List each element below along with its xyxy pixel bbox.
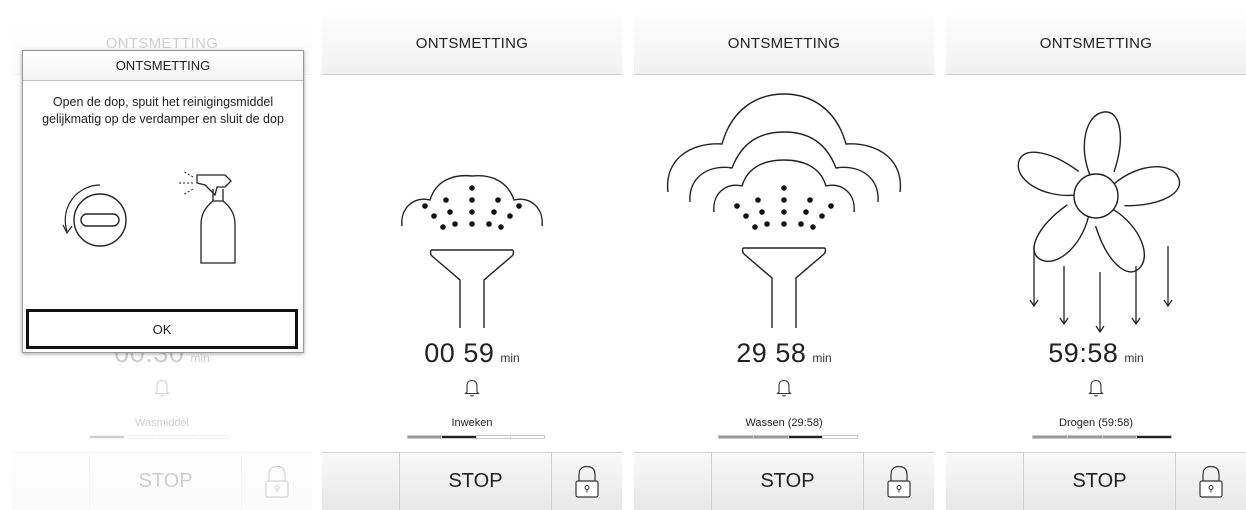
instruction-dialog: ONTSMETTING Open de dop, spuit het reini… [22,50,304,353]
bell-icon [1088,379,1104,397]
progress-segment [442,436,477,438]
lock-icon [265,465,289,498]
timer-unit: min [190,351,210,365]
lock-button[interactable] [552,453,622,510]
fan-icon [1017,111,1181,334]
progress-segment [159,436,195,438]
bottom-bar-spacer [12,453,90,510]
phase-label: Drogen (59:58) [1059,417,1133,429]
progress-bar [407,435,545,439]
timer-value: 29 58 [736,338,807,368]
timer-display: 59:58 min [946,338,1246,369]
progress-segment [90,436,125,438]
bell-icon [464,379,480,397]
bottom-bar-spacer [634,453,712,510]
progress-segment [753,436,789,438]
screen-dosing-dialog: ONTSMETTING 00:30 min Wasmiddel STOP ONTS… [12,0,312,510]
screen-dry: ONTSMETTING 59:58 min Drogen (59:58) STOP [946,0,1246,510]
bottom-bar: STOP [634,452,934,510]
progress-segment [788,436,824,438]
progress-segment [194,436,228,438]
screen-soak: ONTSMETTING 00 59 min Inweken STOP [322,0,622,510]
page-title: ONTSMETTING [322,12,622,75]
progress-segment [510,436,544,438]
progress-segment [1137,436,1171,438]
bell-icon [154,379,170,397]
lock-icon [575,465,599,498]
progress-segment [124,436,160,438]
timer-display: 29 58 min [634,338,934,369]
timer-unit: min [812,351,832,365]
lock-button[interactable] [864,453,934,510]
progress-segment [1102,436,1138,438]
lock-icon [1199,465,1223,498]
progress-segment [476,436,511,438]
lock-button[interactable] [242,453,312,510]
dialog-message: Open de dop, spuit het reinigingsmiddel … [42,95,284,126]
rotate-cap-icon [62,184,127,247]
bottom-bar-spacer [322,453,400,510]
progress-segment [823,436,857,438]
ok-button[interactable]: OK [26,309,298,349]
progress-segment [719,436,754,438]
progress-segment [408,436,443,438]
progress-bar [1032,435,1172,439]
bottom-bar: STOP [12,452,312,510]
spray-bottle-icon [179,170,236,264]
timer-unit: min [1124,351,1144,365]
lock-icon [887,465,911,498]
phase-label: Wasmiddel [135,417,189,429]
timer-unit: min [500,351,520,365]
page-title: ONTSMETTING [946,12,1246,75]
stop-button[interactable]: STOP [400,453,552,510]
phase-label: Wassen (29:58) [745,417,823,429]
dialog-title: ONTSMETTING [23,51,303,81]
timer-value: 00 59 [424,338,495,368]
bottom-bar-spacer [946,453,1024,510]
lock-button[interactable] [1176,453,1246,510]
progress-segment [1067,436,1103,438]
stop-button[interactable]: STOP [1024,453,1176,510]
bell-icon [776,379,792,397]
progress-bar [89,435,229,439]
bottom-bar: STOP [322,452,622,510]
phase-label: Inweken [451,417,493,429]
page-title: ONTSMETTING [634,12,934,75]
stop-button[interactable]: STOP [90,453,242,510]
shower-waves-icon [666,93,902,328]
shower-icon [401,174,543,328]
timer-value: 59:58 [1048,338,1119,368]
timer-display: 00 59 min [322,338,622,369]
bottom-bar: STOP [946,452,1246,510]
screen-wash: ONTSMETTING 29 58 min Wassen (29:58) STOP [634,0,934,510]
progress-bar [718,435,858,439]
progress-segment [1033,436,1068,438]
stop-button[interactable]: STOP [712,453,864,510]
